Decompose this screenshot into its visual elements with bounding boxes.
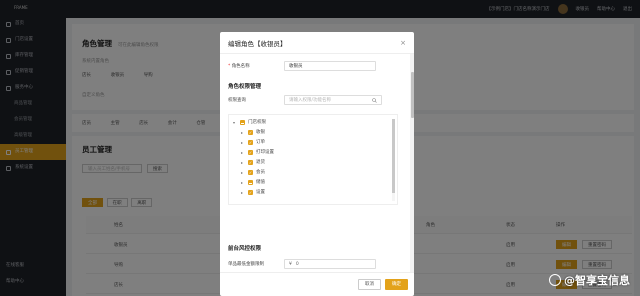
dialog-header: 编辑角色【收银员】 ×: [220, 32, 414, 54]
dialog-title: 编辑角色【收银员】: [228, 39, 287, 48]
tree-node[interactable]: ▸ ✓ 打印设置: [241, 149, 274, 155]
dialog-scrollbar[interactable]: [410, 54, 414, 272]
risk-row: 单品最低金额限制 ¥0: [228, 259, 376, 269]
caret-right-icon[interactable]: ▸: [241, 140, 245, 145]
tree-checkbox[interactable]: ✓: [248, 129, 253, 135]
caret-right-icon[interactable]: ▸: [241, 130, 245, 135]
tree-node-label: 会员: [256, 170, 265, 175]
dialog-body: * 角色名称 收银员 角色权限管理 权限查询 请输入权限/功能名称 ▾ 门店权限 ▸…: [220, 54, 414, 272]
risk-section-title: 前台风控权限: [228, 246, 262, 252]
risk-label: 单品最低金额限制: [228, 262, 264, 267]
tree-node[interactable]: ▸ ✓ 收银: [241, 129, 265, 135]
watermark: @智享宝信息: [549, 272, 630, 288]
close-icon[interactable]: ×: [400, 39, 406, 47]
perm-section-title: 角色权限管理: [228, 84, 262, 90]
caret-right-icon[interactable]: ▸: [241, 170, 245, 175]
cancel-button[interactable]: 取消: [358, 279, 381, 290]
perm-search-row: 权限查询 请输入权限/功能名称: [228, 95, 382, 105]
perm-search-label: 权限查询: [228, 98, 246, 103]
tree-node[interactable]: ▸ 储值: [241, 179, 265, 185]
perm-search-input[interactable]: 请输入权限/功能名称: [284, 95, 382, 105]
tree-checkbox[interactable]: ✓: [248, 169, 253, 175]
permission-tree: ▾ 门店权限 ▸ ✓ 收银 ▸ ✓ 订单 ▸ ✓ 打印设置 ▸ ✓ 退货 ▸ ✓ 会员 ▸ 储值 ▸ ✓ 设置: [228, 114, 398, 205]
tree-node-label: 门店权限: [248, 120, 266, 125]
caret-down-icon[interactable]: ▾: [233, 120, 237, 125]
edit-role-dialog: 编辑角色【收银员】 × * 角色名称 收银员 角色权限管理 权限查询 请输入权限…: [220, 32, 414, 296]
role-name-label: * 角色名称: [228, 64, 250, 69]
caret-right-icon[interactable]: ▸: [241, 160, 245, 165]
tree-node-label: 储值: [256, 180, 265, 185]
tree-checkbox[interactable]: ✓: [248, 149, 253, 155]
tree-node[interactable]: ▸ ✓ 设置: [241, 189, 265, 195]
tree-checkbox[interactable]: [240, 119, 245, 125]
role-name-input[interactable]: 收银员: [284, 61, 376, 71]
tree-node-label: 收银: [256, 130, 265, 135]
tree-node[interactable]: ▸ ✓ 订单: [241, 139, 265, 145]
tree-checkbox[interactable]: [248, 179, 253, 185]
tree-node-label: 设置: [256, 190, 265, 195]
tree-node-label: 订单: [256, 140, 265, 145]
watermark-logo-icon: [549, 274, 561, 286]
caret-right-icon[interactable]: ▸: [241, 180, 245, 185]
tree-node[interactable]: ▸ ✓ 退货: [241, 159, 265, 165]
role-name-row: * 角色名称 收银员: [228, 61, 376, 71]
tree-checkbox[interactable]: ✓: [248, 139, 253, 145]
tree-checkbox[interactable]: ✓: [248, 159, 253, 165]
tree-scrollbar[interactable]: [392, 119, 395, 201]
search-icon: [372, 97, 377, 103]
tree-node-label: 打印设置: [256, 150, 274, 155]
confirm-button[interactable]: 确定: [385, 279, 408, 290]
dialog-footer: 取消 确定: [220, 272, 414, 296]
tree-node[interactable]: ▸ ✓ 会员: [241, 169, 265, 175]
tree-node[interactable]: ▾ 门店权限: [233, 119, 266, 125]
min-price-input[interactable]: ¥0: [284, 259, 376, 269]
tree-node-label: 退货: [256, 160, 265, 165]
caret-right-icon[interactable]: ▸: [241, 190, 245, 195]
tree-checkbox[interactable]: ✓: [248, 189, 253, 195]
caret-right-icon[interactable]: ▸: [241, 150, 245, 155]
